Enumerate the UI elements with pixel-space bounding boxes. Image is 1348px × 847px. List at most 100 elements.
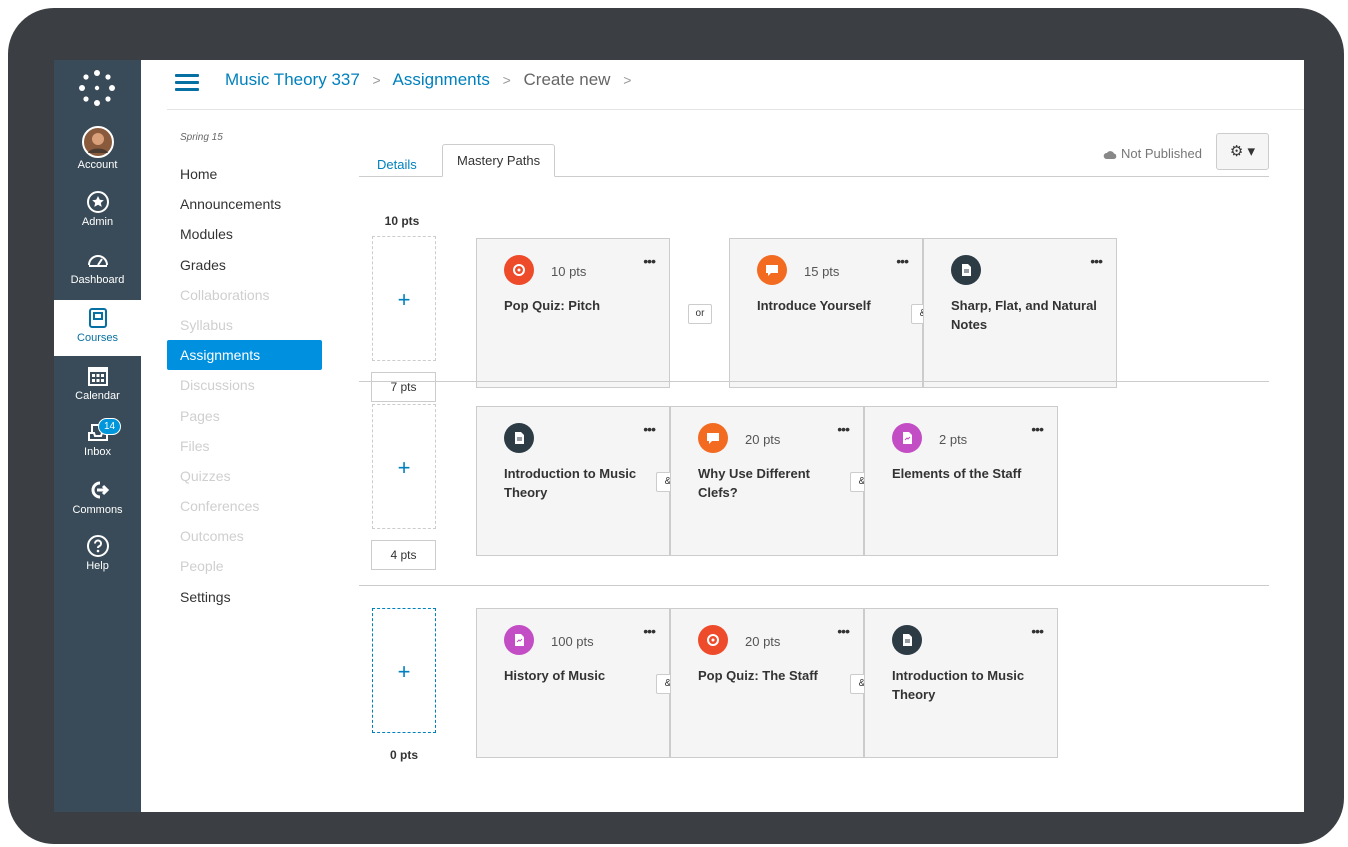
course-nav-modules[interactable]: Modules bbox=[167, 219, 327, 249]
card-points: 20 pts bbox=[745, 634, 781, 649]
commons-arrow-icon bbox=[91, 481, 109, 499]
card-title: Elements of the Staff bbox=[892, 466, 1022, 481]
breadcrumb-separator: > bbox=[502, 72, 511, 88]
assignment-card[interactable]: ••• Sharp, Flat, and Natural Notes bbox=[923, 238, 1117, 388]
range-lower-input[interactable]: 4 pts bbox=[371, 540, 436, 570]
page-icon bbox=[892, 625, 922, 655]
card-title: Sharp, Flat, and Natural Notes bbox=[951, 298, 1097, 332]
card-points: 15 pts bbox=[804, 264, 840, 279]
nav-courses[interactable]: Courses bbox=[54, 300, 141, 356]
breadcrumb-separator: > bbox=[372, 72, 381, 88]
card-points: 20 pts bbox=[745, 432, 781, 447]
card-options-icon[interactable]: ••• bbox=[837, 421, 850, 437]
assignment-card[interactable]: 100 pts ••• History of Music bbox=[476, 608, 670, 758]
card-options-icon[interactable]: ••• bbox=[643, 421, 656, 437]
course-nav-pages[interactable]: Pages bbox=[167, 401, 327, 431]
course-nav-people[interactable]: People bbox=[167, 551, 327, 581]
card-options-icon[interactable]: ••• bbox=[837, 623, 850, 639]
card-title: Introduction to Music Theory bbox=[892, 668, 1025, 702]
nav-admin[interactable]: Admin bbox=[54, 184, 141, 240]
assignment-card[interactable]: 20 pts ••• Why Use Different Clefs? bbox=[670, 406, 864, 556]
add-items-button[interactable]: + bbox=[372, 236, 436, 361]
card-options-icon[interactable]: ••• bbox=[643, 253, 656, 269]
nav-inbox-label: Inbox bbox=[84, 446, 111, 458]
breadcrumb-course[interactable]: Music Theory 337 bbox=[225, 70, 360, 89]
card-options-icon[interactable]: ••• bbox=[1031, 421, 1044, 437]
course-nav-announcements[interactable]: Announcements bbox=[167, 189, 327, 219]
course-nav-discussions[interactable]: Discussions bbox=[167, 370, 327, 400]
settings-gear-button[interactable]: ⚙ ▾ bbox=[1216, 133, 1269, 170]
term-label: Spring 15 bbox=[180, 132, 223, 143]
connector-or[interactable]: or bbox=[688, 304, 712, 324]
quiz-icon bbox=[698, 625, 728, 655]
course-nav-assignments[interactable]: Assignments bbox=[167, 340, 322, 371]
nav-admin-label: Admin bbox=[81, 216, 114, 228]
add-items-button[interactable]: + bbox=[372, 404, 436, 529]
canvas-logo-icon[interactable] bbox=[74, 68, 120, 108]
inbox-count-badge: 14 bbox=[98, 418, 122, 435]
card-title: Why Use Different Clefs? bbox=[698, 466, 810, 500]
course-nav-collaborations[interactable]: Collaborations bbox=[167, 280, 327, 310]
assignment-card[interactable]: 2 pts ••• Elements of the Staff bbox=[864, 406, 1058, 556]
nav-calendar-label: Calendar bbox=[75, 390, 120, 402]
scoring-range-row: 10 pts + 7 pts 10 pts ••• Pop Quiz: Pitc… bbox=[359, 178, 1269, 402]
card-title: Pop Quiz: The Staff bbox=[698, 668, 818, 683]
card-options-icon[interactable]: ••• bbox=[643, 623, 656, 639]
assignment-card[interactable]: 10 pts ••• Pop Quiz: Pitch bbox=[476, 238, 670, 388]
nav-commons[interactable]: Commons bbox=[54, 472, 141, 528]
course-nav-quizzes[interactable]: Quizzes bbox=[167, 461, 327, 491]
card-options-icon[interactable]: ••• bbox=[1090, 253, 1103, 269]
nav-account[interactable]: Account bbox=[54, 122, 141, 178]
course-nav-conferences[interactable]: Conferences bbox=[167, 491, 327, 521]
nav-dashboard[interactable]: Dashboard bbox=[54, 242, 141, 298]
tab-details[interactable]: Details bbox=[363, 150, 431, 178]
page-icon bbox=[504, 423, 534, 453]
course-nav-grades[interactable]: Grades bbox=[167, 250, 327, 280]
card-points: 100 pts bbox=[551, 634, 594, 649]
global-nav: Account Admin Dashboard Courses Calendar… bbox=[54, 60, 141, 812]
course-nav-outcomes[interactable]: Outcomes bbox=[167, 521, 327, 551]
course-nav-settings[interactable]: Settings bbox=[167, 582, 327, 612]
publish-status[interactable]: Not Published bbox=[1103, 146, 1202, 161]
course-nav-home[interactable]: Home bbox=[167, 159, 327, 189]
cloud-icon bbox=[1104, 150, 1117, 159]
quiz-icon bbox=[504, 255, 534, 285]
avatar bbox=[81, 126, 114, 158]
course-nav-syllabus[interactable]: Syllabus bbox=[167, 310, 327, 340]
card-title: Introduce Yourself bbox=[757, 298, 871, 313]
tab-mastery-paths[interactable]: Mastery Paths bbox=[442, 144, 556, 177]
help-icon bbox=[86, 535, 109, 557]
discussion-icon bbox=[698, 423, 728, 453]
scoring-range-row: + 0 pts 100 pts ••• History of Music & 2… bbox=[359, 586, 1269, 790]
nav-account-label: Account bbox=[77, 159, 118, 171]
nav-help[interactable]: Help bbox=[54, 528, 141, 584]
assignment-icon bbox=[892, 423, 922, 453]
hamburger-menu-icon[interactable] bbox=[175, 74, 199, 92]
assignment-card[interactable]: ••• Introduction to Music Theory bbox=[476, 406, 670, 556]
nav-courses-label: Courses bbox=[77, 332, 118, 344]
calendar-icon bbox=[87, 367, 108, 386]
card-title: Pop Quiz: Pitch bbox=[504, 298, 601, 313]
shield-star-icon bbox=[86, 191, 109, 213]
assignment-card[interactable]: 20 pts ••• Pop Quiz: The Staff bbox=[670, 608, 864, 758]
nav-commons-label: Commons bbox=[72, 504, 123, 516]
nav-calendar[interactable]: Calendar bbox=[54, 358, 141, 414]
assignment-card[interactable]: 15 pts ••• Introduce Yourself bbox=[729, 238, 923, 388]
card-options-icon[interactable]: ••• bbox=[896, 253, 909, 269]
gauge-icon bbox=[87, 255, 108, 267]
assignment-icon bbox=[504, 625, 534, 655]
publish-status-label: Not Published bbox=[1121, 146, 1202, 161]
breadcrumb-current: Create new bbox=[523, 70, 611, 89]
app-screen: Account Admin Dashboard Courses Calendar… bbox=[54, 60, 1304, 812]
gear-icon: ⚙ ▾ bbox=[1229, 143, 1256, 160]
card-title: Introduction to Music Theory bbox=[504, 466, 637, 500]
device-frame: Account Admin Dashboard Courses Calendar… bbox=[8, 8, 1344, 844]
nav-dashboard-label: Dashboard bbox=[70, 274, 125, 286]
course-nav-files[interactable]: Files bbox=[167, 431, 327, 461]
breadcrumb-assignments[interactable]: Assignments bbox=[393, 70, 490, 89]
nav-inbox[interactable]: 14 Inbox bbox=[54, 414, 141, 470]
discussion-icon bbox=[757, 255, 787, 285]
card-options-icon[interactable]: ••• bbox=[1031, 623, 1044, 639]
add-items-button[interactable]: + bbox=[372, 608, 436, 733]
assignment-card[interactable]: ••• Introduction to Music Theory bbox=[864, 608, 1058, 758]
